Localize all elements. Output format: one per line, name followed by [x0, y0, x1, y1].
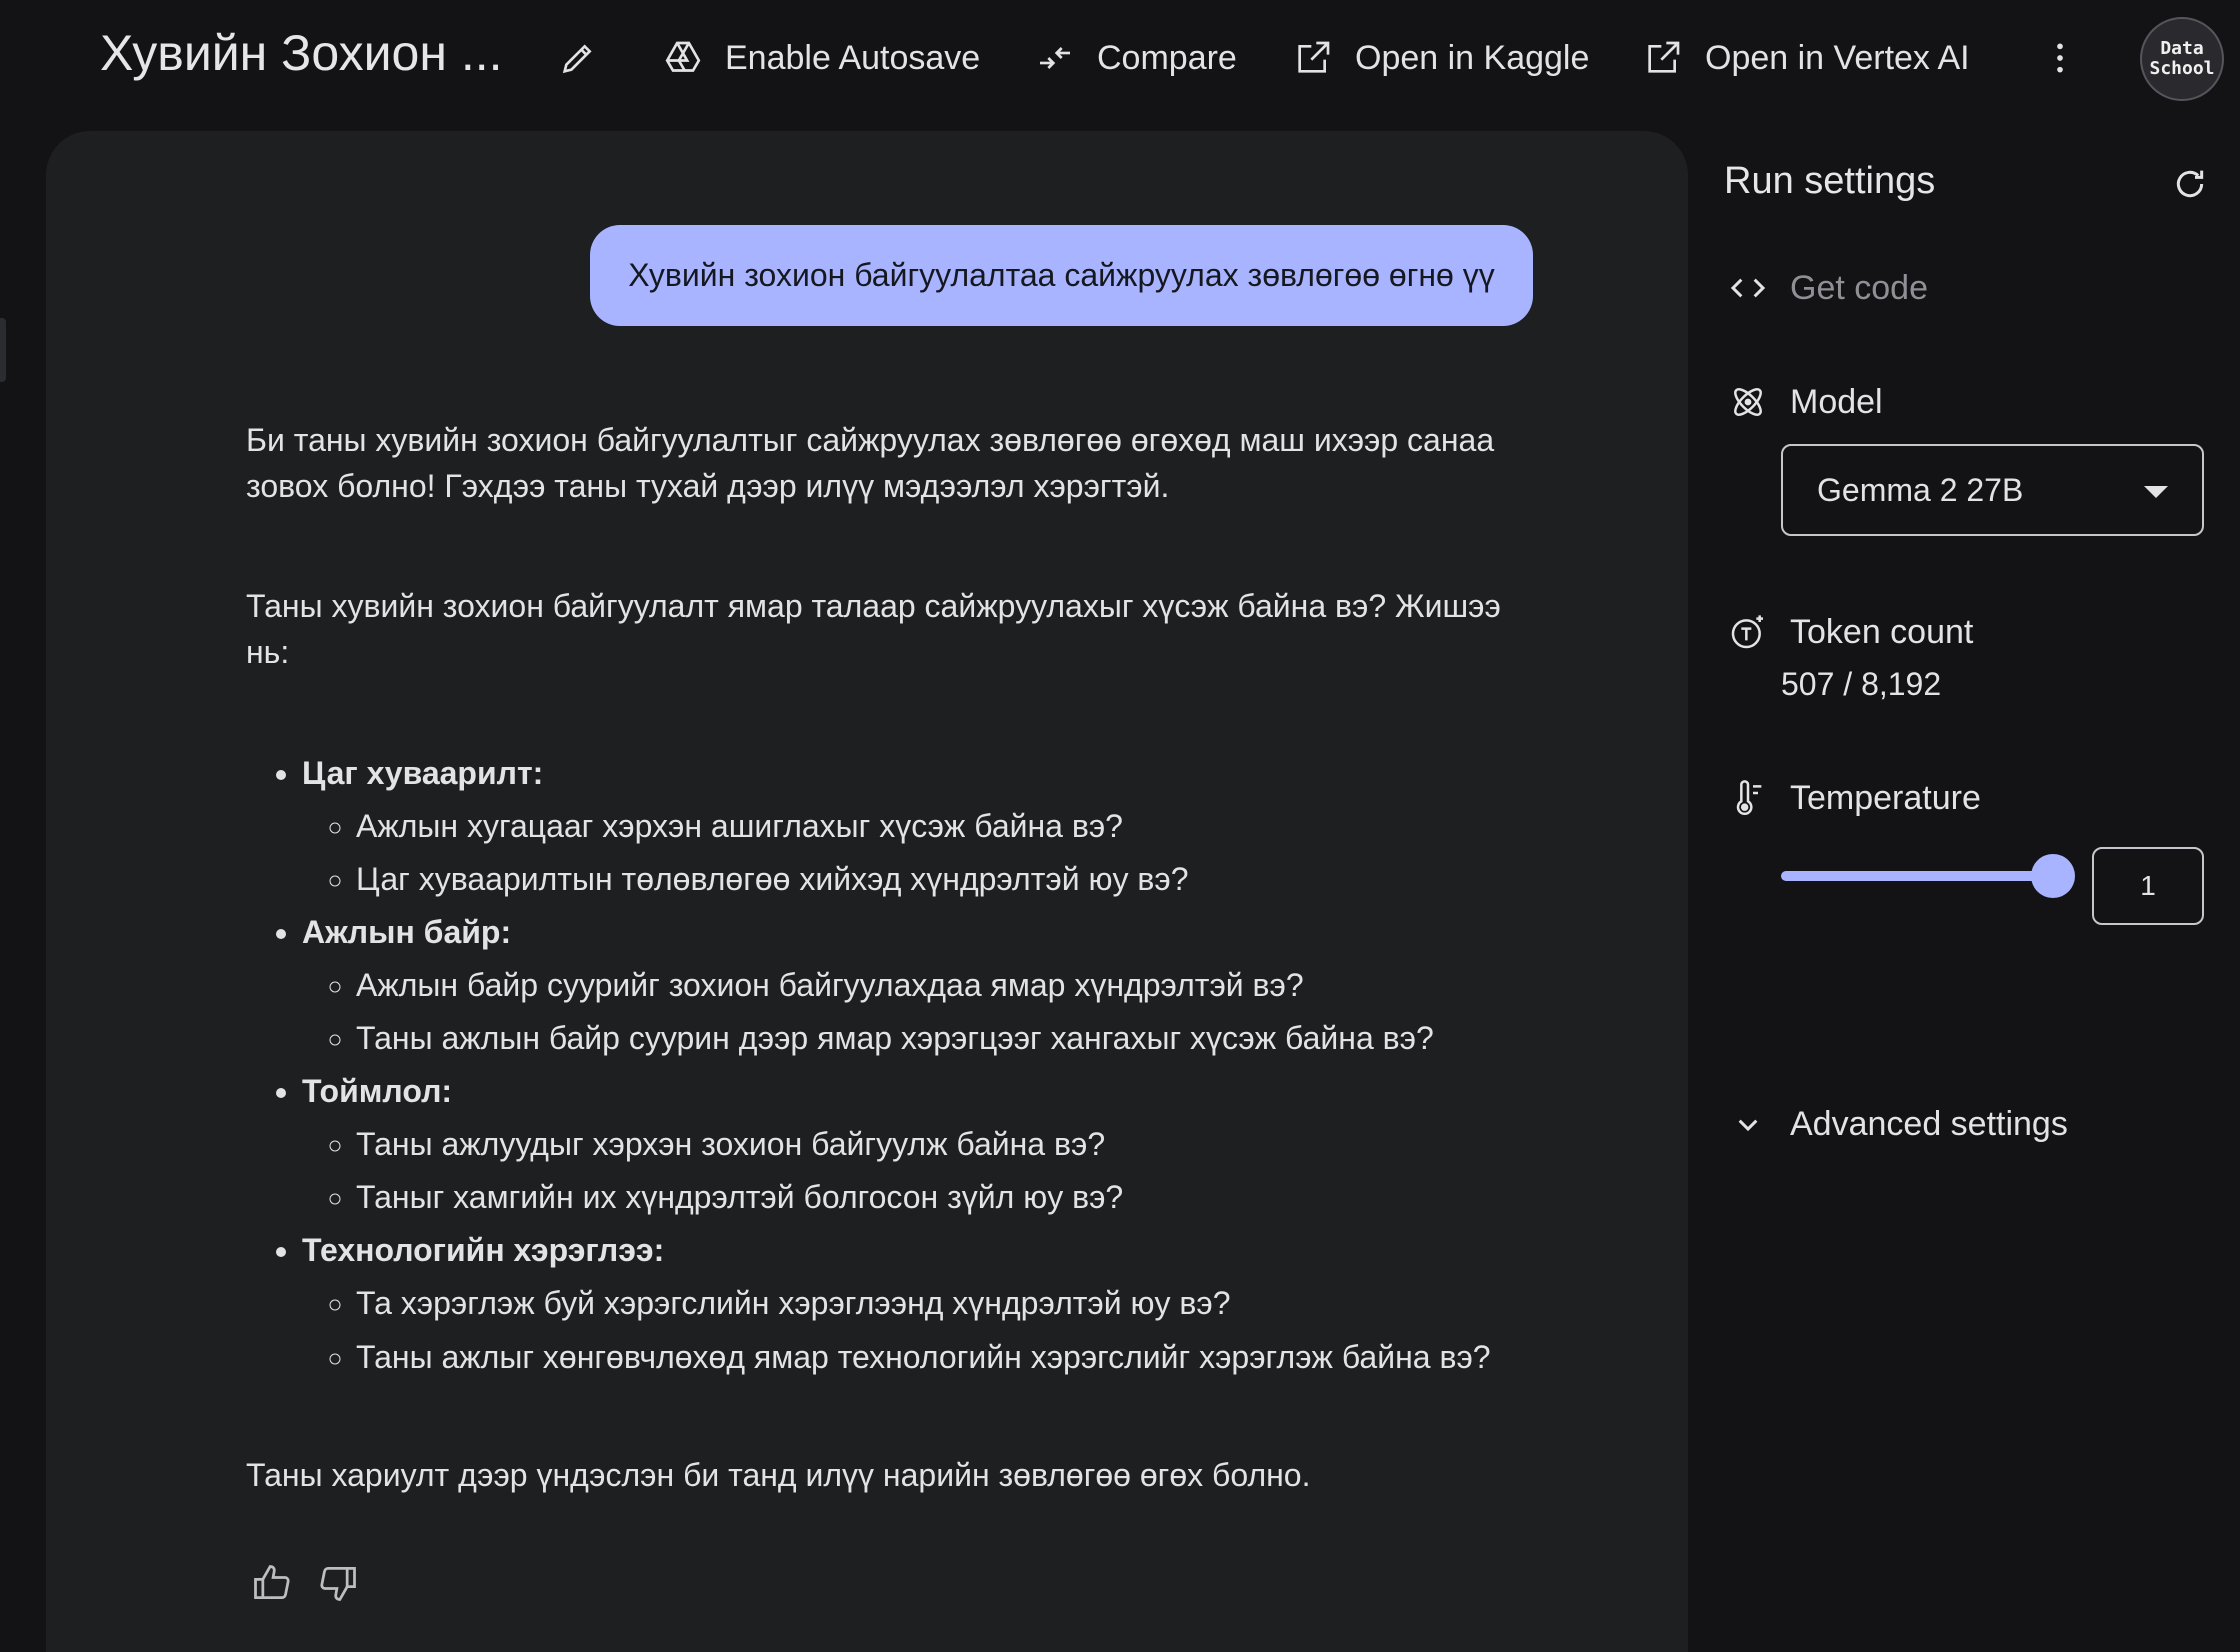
avatar-text-line1: Data: [2160, 38, 2204, 59]
category-title: Цаг хуваарилт:: [302, 755, 544, 791]
prompt-title[interactable]: Хувийн Зохион ...: [100, 24, 505, 82]
list-item: Ажлын хугацааг хэрхэн ашиглахыг хүсэж ба…: [356, 800, 1536, 853]
thermometer-icon: [1736, 780, 1762, 815]
chevron-down-icon: [1738, 1119, 1758, 1132]
list-item: Таны ажлуудыг хэрхэн зохион байгуулж бай…: [356, 1118, 1536, 1171]
list-item: Таныг хамгийн их хүндрэлтэй болгосон зүй…: [356, 1171, 1536, 1224]
response-feedback: [250, 1561, 360, 1610]
thumbs-up-button[interactable]: [250, 1561, 294, 1610]
list-item: Та хэрэглэж буй хэрэгслийн хэрэглээнд хү…: [356, 1277, 1536, 1330]
sub-list: Ажлын байр суурийг зохион байгуулахдаа я…: [302, 959, 1536, 1065]
avatar[interactable]: Data School: [2140, 17, 2224, 101]
category-title: Тоймлол:: [302, 1073, 453, 1109]
open-external-icon: [1648, 41, 1680, 73]
list-item: Технологийн хэрэглээ: Та хэрэглэж буй хэ…: [302, 1224, 1536, 1380]
run-settings-panel: Run settings Get code Model Gemma 2 27B …: [1688, 116, 2240, 1652]
list-item: Ажлын байр: Ажлын байр суурийг зохион ба…: [302, 906, 1536, 1065]
compare-icon: [1040, 47, 1070, 69]
list-item: Таны ажлын байр суурин дээр ямар хэрэгцэ…: [356, 1012, 1536, 1065]
model-select[interactable]: Gemma 2 27B: [1781, 444, 2204, 536]
autosave-label: Enable Autosave: [725, 38, 981, 77]
temperature-input[interactable]: [2092, 847, 2204, 925]
slider-thumb[interactable]: [2031, 854, 2075, 898]
sub-list: Ажлын хугацааг хэрхэн ашиглахыг хүсэж ба…: [302, 800, 1536, 906]
avatar-text-line2: School: [2149, 58, 2215, 79]
advanced-settings-toggle[interactable]: Advanced settings: [1728, 1104, 2068, 1144]
get-code-button[interactable]: Get code: [1728, 268, 1928, 308]
category-list: Цаг хуваарилт: Ажлын хугацааг хэрхэн аши…: [246, 747, 1536, 1380]
more-options-button[interactable]: [2040, 36, 2080, 80]
compare-button[interactable]: Compare: [1035, 30, 1237, 86]
open-external-icon: [1298, 41, 1330, 73]
model-response: Би таны хувийн зохион байгуулалтыг сайжр…: [246, 417, 1536, 1498]
response-intro: Би таны хувийн зохион байгуулалтыг сайжр…: [246, 422, 1495, 504]
atom-icon: [1734, 388, 1762, 416]
code-icon: [1730, 278, 1766, 298]
token-count-value: 507 / 8,192: [1781, 666, 1942, 702]
model-label: Model: [1790, 382, 1883, 421]
vertex-label: Open in Vertex AI: [1705, 38, 1970, 77]
edit-title-button[interactable]: [556, 36, 600, 80]
temperature-slider[interactable]: [1781, 854, 2075, 898]
more-vert-icon: [2057, 43, 2063, 73]
get-code-label: Get code: [1790, 268, 1928, 307]
enable-autosave-button[interactable]: Enable Autosave: [663, 30, 980, 86]
list-item: Ажлын байр суурийг зохион байгуулахдаа я…: [356, 959, 1536, 1012]
temperature-label: Temperature: [1790, 778, 1981, 817]
pencil-icon: [562, 44, 592, 74]
temperature-section-label: Temperature: [1728, 778, 1981, 818]
category-title: Ажлын байр:: [302, 914, 512, 950]
response-question: Таны хувийн зохион байгуулалт ямар талаа…: [246, 588, 1501, 670]
sub-list: Та хэрэглэж буй хэрэгслийн хэрэглээнд хү…: [302, 1277, 1536, 1380]
token-count-label: Token count: [1790, 612, 1974, 651]
reset-settings-button[interactable]: [2170, 164, 2210, 204]
advanced-settings-label: Advanced settings: [1790, 1104, 2068, 1143]
list-item: Цаг хуваарилтын төлөвлөгөө хийхэд хүндрэ…: [356, 853, 1536, 906]
token-icon: [1731, 615, 1763, 649]
response-closing: Таны хариулт дээр үндэслэн би танд илүү …: [246, 1457, 1311, 1493]
category-title: Технологийн хэрэглээ:: [302, 1232, 665, 1268]
chat-panel: Хувийн зохион байгуулалтаа сайжруулах зө…: [46, 131, 1688, 1652]
dropdown-arrow-icon: [2144, 486, 2168, 498]
sub-list: Таны ажлуудыг хэрхэн зохион байгуулж бай…: [302, 1118, 1536, 1224]
thumbs-down-icon: [320, 1566, 356, 1601]
user-message-bubble: Хувийн зохион байгуулалтаа сайжруулах зө…: [590, 225, 1533, 326]
side-nav-handle[interactable]: [0, 318, 6, 382]
open-in-vertex-button[interactable]: Open in Vertex AI: [1643, 30, 1970, 86]
refresh-icon: [2176, 170, 2204, 198]
drive-icon: [665, 41, 701, 72]
model-section-label: Model: [1728, 382, 1883, 422]
thumbs-up-icon: [254, 1565, 290, 1600]
run-settings-title: Run settings: [1724, 160, 1936, 202]
token-count-section-label: Token count: [1728, 612, 1973, 652]
open-in-kaggle-button[interactable]: Open in Kaggle: [1293, 30, 1589, 86]
model-selected-value: Gemma 2 27B: [1817, 471, 2024, 508]
list-item: Цаг хуваарилт: Ажлын хугацааг хэрхэн аши…: [302, 747, 1536, 906]
top-bar: Хувийн Зохион ... Enable Autosave Compar…: [0, 0, 2240, 116]
kaggle-label: Open in Kaggle: [1355, 38, 1590, 77]
thumbs-down-button[interactable]: [316, 1561, 360, 1610]
slider-track: [1781, 871, 2053, 881]
compare-label: Compare: [1097, 38, 1237, 77]
list-item: Тоймлол: Таны ажлуудыг хэрхэн зохион бай…: [302, 1065, 1536, 1224]
list-item: Таны ажлыг хөнгөвчлөхөд ямар технологийн…: [356, 1334, 1536, 1380]
